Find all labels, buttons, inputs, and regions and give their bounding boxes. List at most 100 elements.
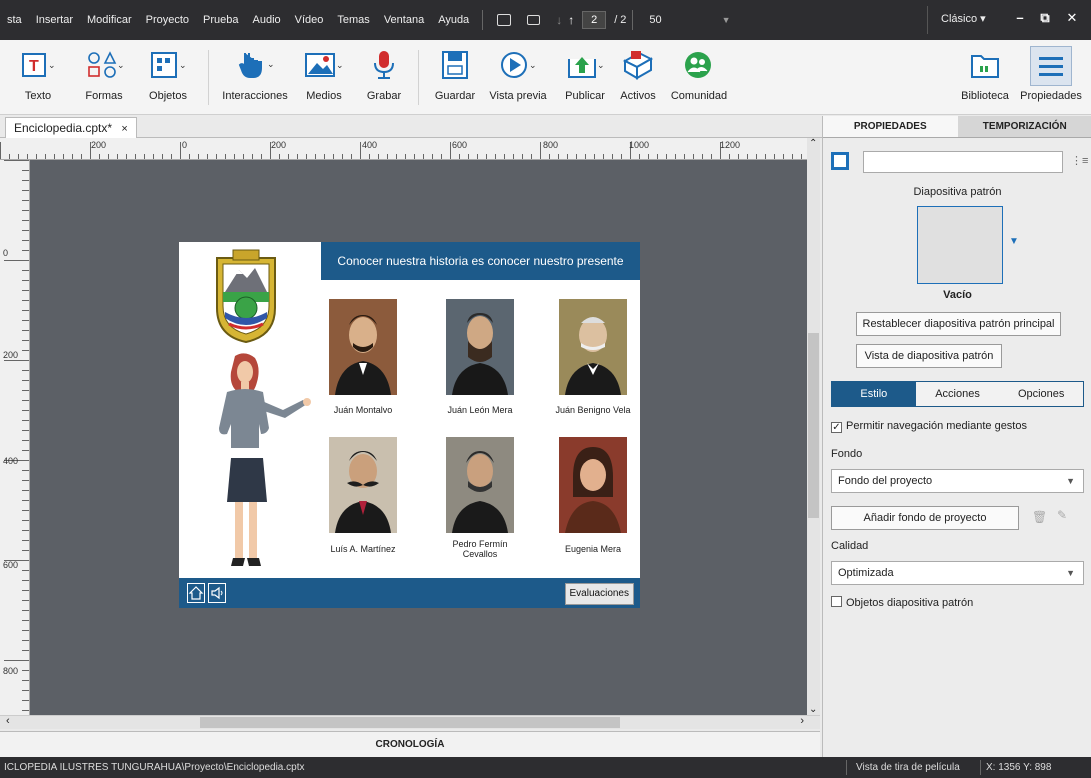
pencil-icon[interactable]: ✎	[1057, 508, 1067, 522]
tab-estilo[interactable]: Estilo	[832, 382, 916, 406]
toolbar-separator	[418, 50, 419, 105]
ruler-ticks	[4, 160, 29, 711]
scroll-right-icon[interactable]: ›	[800, 715, 804, 727]
menu-item-file[interactable]: sta	[0, 14, 29, 26]
gesture-nav-row[interactable]: ✓ Permitir navegación mediante gestos	[831, 420, 1027, 433]
person-name: Juán Montalvo	[333, 405, 393, 415]
menu-item-modificar[interactable]: Modificar	[80, 14, 139, 26]
publicar-button[interactable]: ⌄ Publicar	[560, 46, 610, 102]
interacciones-button[interactable]: ⌄ Interacciones	[222, 46, 288, 102]
person-name: Luís A. Martínez	[330, 544, 396, 554]
file-path: ICLOPEDIA ILUSTRES TUNGURAHUA\Proyecto\E…	[4, 762, 305, 773]
menu-item-ventana[interactable]: Ventana	[377, 14, 431, 26]
minimize-icon[interactable]: –	[1009, 7, 1031, 29]
ruler-label: 400	[362, 140, 378, 150]
ruler-label: 1200	[720, 140, 741, 150]
texto-button[interactable]: T ⌄ Texto	[18, 46, 58, 102]
person-name: Juán León Mera	[447, 405, 513, 415]
vista-previa-button[interactable]: ⌄ Vista previa	[486, 46, 550, 102]
ruler-label: 200	[3, 350, 19, 360]
ruler-label: 1000	[629, 140, 650, 150]
menu-item-insertar[interactable]: Insertar	[29, 14, 80, 26]
filmstrip-view-toggle[interactable]: Vista de tira de película	[856, 757, 960, 778]
menu-item-audio[interactable]: Audio	[246, 14, 288, 26]
zoom-value[interactable]: 50	[649, 14, 661, 26]
comment-icon[interactable]	[497, 14, 512, 26]
menu-item-proyecto[interactable]: Proyecto	[139, 14, 196, 26]
home-button[interactable]	[187, 583, 205, 603]
scroll-thumb[interactable]	[808, 333, 819, 518]
objetos-label: Objetos	[149, 90, 187, 102]
document-tab-title: Enciclopedia.cptx*	[14, 121, 113, 135]
ruler-label: 0	[182, 140, 188, 150]
current-page-input[interactable]: 2	[582, 11, 607, 29]
guardar-button[interactable]: Guardar	[432, 46, 478, 102]
slide-name-input[interactable]	[863, 151, 1063, 173]
status-separator	[846, 760, 847, 775]
menu-item-prueba[interactable]: Prueba	[196, 14, 245, 26]
list-options-icon[interactable]: ⋮≡	[1071, 154, 1088, 167]
fondo-label: Fondo	[831, 448, 863, 460]
fondo-select-value: Fondo del proyecto	[838, 475, 933, 487]
scroll-left-icon[interactable]: ‹	[6, 715, 10, 727]
reset-master-button[interactable]: Restablecer diapositiva patrón principal	[856, 312, 1061, 336]
library-icon	[971, 55, 999, 78]
tab-temporizacion[interactable]: TEMPORIZACIÓN	[957, 116, 1091, 137]
formas-button[interactable]: ⌄ Formas	[82, 46, 126, 102]
menu-item-temas[interactable]: Temas	[330, 14, 376, 26]
home-icon	[188, 586, 204, 600]
horizontal-scrollbar[interactable]: ‹ ›	[0, 715, 820, 729]
ruler-ticks	[0, 142, 811, 159]
propiedades-button[interactable]: Propiedades	[1018, 46, 1084, 102]
tab-opciones[interactable]: Opciones	[999, 382, 1084, 406]
portrait-image	[559, 437, 627, 533]
objetos-button[interactable]: ⌄ Objetos	[146, 46, 190, 102]
fondo-select[interactable]: Fondo del proyecto ▼	[831, 469, 1084, 493]
gesture-nav-checkbox[interactable]: ✓	[831, 422, 842, 433]
master-slide-thumbnail[interactable]	[917, 206, 1003, 284]
tab-propiedades[interactable]: PROPIEDADES	[823, 116, 958, 137]
svg-text:⌄: ⌄	[179, 60, 187, 70]
restore-icon[interactable]: ⧉	[1034, 7, 1056, 29]
menu-item-ayuda[interactable]: Ayuda	[431, 14, 476, 26]
properties-panel: PROPIEDADES TEMPORIZACIÓN ⋮≡ Diapositiva…	[822, 116, 1091, 757]
arrow-down-icon[interactable]: ↓	[556, 13, 562, 27]
svg-text:⌄: ⌄	[336, 60, 344, 70]
timeline-panel-header[interactable]: CRONOLOGÍA	[0, 731, 820, 757]
master-objects-row[interactable]: Objetos diapositiva patrón	[831, 596, 973, 609]
comunidad-button[interactable]: Comunidad	[670, 46, 728, 102]
scroll-thumb[interactable]	[200, 717, 620, 728]
master-dropdown-icon[interactable]: ▼	[1009, 236, 1019, 247]
fill-color-swatch[interactable]	[831, 152, 849, 170]
view-master-button[interactable]: Vista de diapositiva patrón	[856, 344, 1002, 368]
sound-button[interactable]	[208, 583, 226, 603]
calidad-select[interactable]: Optimizada ▼	[831, 561, 1084, 585]
scroll-down-icon[interactable]: ⌄	[809, 704, 817, 715]
propiedades-label: Propiedades	[1020, 90, 1082, 102]
medios-button[interactable]: ⌄ Medios	[302, 46, 346, 102]
mail-icon[interactable]	[527, 15, 541, 25]
activos-button[interactable]: Activos	[618, 46, 658, 102]
tab-acciones[interactable]: Acciones	[915, 382, 1000, 406]
publicar-label: Publicar	[565, 90, 605, 102]
close-tab-icon[interactable]: ×	[121, 123, 127, 135]
add-background-button[interactable]: Añadir fondo de proyecto	[831, 506, 1019, 530]
master-objects-checkbox[interactable]	[831, 596, 842, 607]
evaluaciones-button[interactable]: Evaluaciones	[564, 583, 634, 605]
trash-icon[interactable]: 🗑	[1032, 510, 1047, 524]
slide[interactable]: Conocer nuestra historia es conocer nues…	[179, 242, 640, 608]
grabar-button[interactable]: Grabar	[364, 46, 404, 102]
zoom-dropdown-icon[interactable]: ▼	[722, 15, 731, 25]
document-tab[interactable]: Enciclopedia.cptx* ×	[5, 117, 137, 138]
portrait-image	[446, 299, 514, 395]
menu-item-video[interactable]: Vídeo	[288, 14, 331, 26]
objects-icon: ⌄	[151, 52, 187, 78]
arrow-up-icon[interactable]: ↑	[568, 13, 574, 27]
biblioteca-button[interactable]: Biblioteca	[958, 46, 1012, 102]
close-icon[interactable]: ✕	[1061, 7, 1083, 29]
scroll-up-icon[interactable]: ⌃	[809, 138, 817, 149]
vertical-scrollbar[interactable]: ⌃ ⌄	[807, 138, 820, 715]
workspace-switcher[interactable]: Clásico ▾	[941, 12, 986, 25]
status-bar: ICLOPEDIA ILUSTRES TUNGURAHUA\Proyecto\E…	[0, 757, 1091, 778]
ruler-label: 800	[543, 140, 559, 150]
